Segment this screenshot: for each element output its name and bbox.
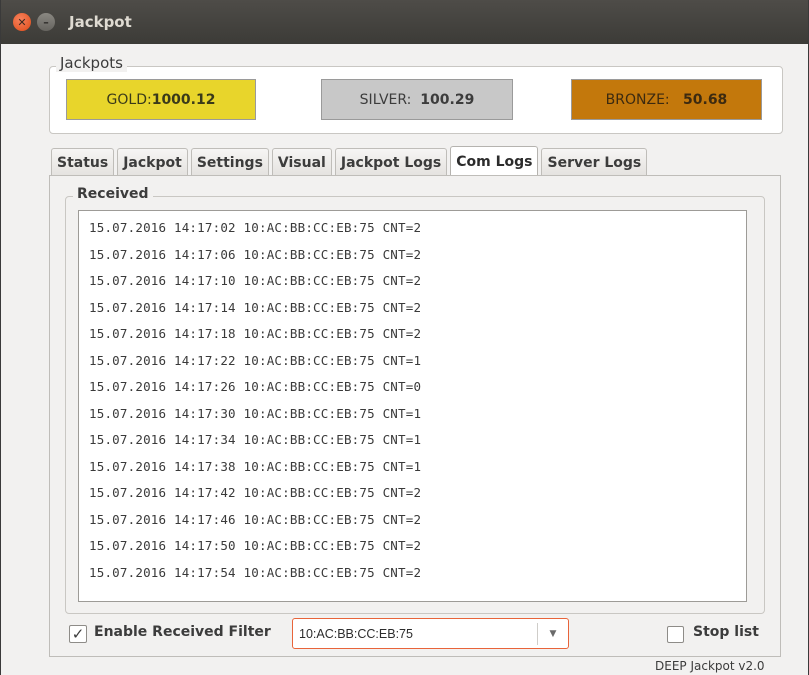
chevron-down-icon[interactable]: ▼ xyxy=(538,629,568,639)
bronze-label: BRONZE: xyxy=(605,91,670,108)
version-label: DEEP Jackpot v2.0 xyxy=(655,659,765,673)
gold-jackpot-display: GOLD: 1000.12 xyxy=(66,79,256,120)
log-line[interactable]: 15.07.2016 14:17:34 10:AC:BB:CC:EB:75 CN… xyxy=(89,427,746,454)
log-line[interactable]: 15.07.2016 14:17:02 10:AC:BB:CC:EB:75 CN… xyxy=(89,215,746,242)
log-line[interactable]: 15.07.2016 14:17:50 10:AC:BB:CC:EB:75 CN… xyxy=(89,533,746,560)
tab-jackpot[interactable]: Jackpot xyxy=(117,148,188,176)
bronze-value: 50.68 xyxy=(683,91,728,108)
received-log-list[interactable]: 15.07.2016 14:17:02 10:AC:BB:CC:EB:75 CN… xyxy=(78,210,747,602)
log-line[interactable]: 15.07.2016 14:17:54 10:AC:BB:CC:EB:75 CN… xyxy=(89,560,746,587)
tab-bar: Status Jackpot Settings Visual Jackpot L… xyxy=(51,146,650,176)
enable-filter-checkbox[interactable]: ✓ xyxy=(69,625,87,643)
log-line[interactable]: 15.07.2016 14:17:22 10:AC:BB:CC:EB:75 CN… xyxy=(89,348,746,375)
tab-jackpot-logs[interactable]: Jackpot Logs xyxy=(334,148,448,176)
log-line[interactable]: 15.07.2016 14:17:06 10:AC:BB:CC:EB:75 CN… xyxy=(89,242,746,269)
silver-value: 100.29 xyxy=(420,91,475,108)
enable-filter-label[interactable]: Enable Received Filter xyxy=(94,624,271,640)
stop-list-checkbox[interactable] xyxy=(667,626,684,643)
received-legend: Received xyxy=(73,186,153,202)
log-line[interactable]: 15.07.2016 14:17:26 10:AC:BB:CC:EB:75 CN… xyxy=(89,374,746,401)
gold-value: 1000.12 xyxy=(151,91,216,108)
log-line[interactable]: 15.07.2016 14:17:46 10:AC:BB:CC:EB:75 CN… xyxy=(89,507,746,534)
checkmark-icon: ✓ xyxy=(71,624,85,643)
log-line[interactable]: 15.07.2016 14:17:38 10:AC:BB:CC:EB:75 CN… xyxy=(89,454,746,481)
log-line[interactable]: 15.07.2016 14:17:30 10:AC:BB:CC:EB:75 CN… xyxy=(89,401,746,428)
app-window: ✕ – Jackpot Jackpots GOLD: 1000.12 SILVER… xyxy=(0,0,809,675)
bronze-jackpot-display: BRONZE: 50.68 xyxy=(571,79,762,120)
jackpots-legend: Jackpots xyxy=(56,54,127,72)
title-bar[interactable]: ✕ – Jackpot xyxy=(1,0,808,44)
tab-settings[interactable]: Settings xyxy=(190,148,269,176)
log-line[interactable]: 15.07.2016 14:17:14 10:AC:BB:CC:EB:75 CN… xyxy=(89,295,746,322)
log-line[interactable]: 15.07.2016 14:17:10 10:AC:BB:CC:EB:75 CN… xyxy=(89,268,746,295)
window-title: Jackpot xyxy=(69,13,132,31)
tab-status[interactable]: Status xyxy=(51,148,115,176)
gold-label: GOLD: xyxy=(106,91,152,108)
filter-combobox[interactable]: ▼ xyxy=(292,618,569,649)
close-icon[interactable]: ✕ xyxy=(13,13,31,31)
tab-server-logs[interactable]: Server Logs xyxy=(541,148,648,176)
log-line[interactable]: 15.07.2016 14:17:42 10:AC:BB:CC:EB:75 CN… xyxy=(89,480,746,507)
minimize-icon[interactable]: – xyxy=(37,13,55,31)
tab-com-logs[interactable]: Com Logs xyxy=(450,146,539,176)
stop-list-label[interactable]: Stop list xyxy=(693,624,759,640)
filter-input[interactable] xyxy=(293,619,537,648)
silver-jackpot-display: SILVER: 100.29 xyxy=(321,79,513,120)
tab-visual[interactable]: Visual xyxy=(271,148,332,176)
silver-label: SILVER: xyxy=(359,91,412,108)
log-line[interactable]: 15.07.2016 14:17:18 10:AC:BB:CC:EB:75 CN… xyxy=(89,321,746,348)
